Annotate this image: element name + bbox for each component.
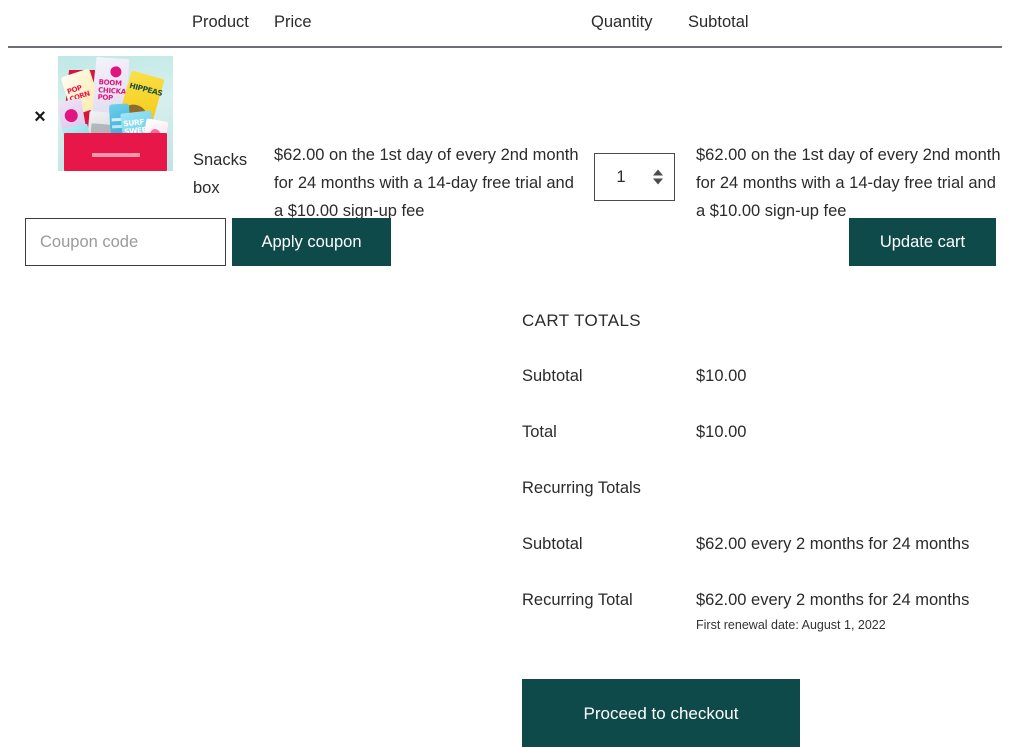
red-shipping-box-shape (64, 133, 167, 171)
cart-totals-panel: CART TOTALS Subtotal $10.00 Total $10.00… (522, 310, 1002, 634)
cart-table-header: Product Price Quantity Subtotal (8, 0, 1002, 48)
first-renewal-date-note: First renewal date: August 1, 2022 (696, 618, 886, 632)
column-header-subtotal: Subtotal (688, 13, 749, 31)
cart-totals-row-subtotal: Subtotal $10.00 (522, 364, 1002, 420)
snack-box-image: POP CORN BOOM CHICKA. POP HIPPEAS SURF S… (58, 56, 173, 171)
column-header-quantity: Quantity (591, 13, 653, 31)
cart-totals-row-recurring-heading: Recurring Totals (522, 476, 1002, 532)
recurring-totals-heading: Recurring Totals (522, 479, 641, 497)
spinner-down-arrow-icon[interactable] (653, 178, 663, 185)
apply-coupon-button[interactable]: Apply coupon (232, 218, 391, 266)
cart-totals-value: $62.00 every 2 months for 24 months (696, 535, 970, 553)
quantity-spinner-icon[interactable] (653, 169, 663, 185)
proceed-to-checkout-button[interactable]: Proceed to checkout (522, 679, 800, 747)
table-row: × POP CORN BOOM CHICKA. POP HIPPEAS SURF… (8, 48, 1002, 220)
checkout-action: Proceed to checkout (522, 679, 800, 747)
cart-table: Product Price Quantity Subtotal × POP COR… (8, 0, 1002, 220)
product-price: $62.00 on the 1st day of every 2nd month… (274, 146, 579, 220)
column-header-product: Product (192, 13, 249, 31)
cart-totals-title: CART TOTALS (522, 311, 642, 330)
product-name-link[interactable]: Snacks box (193, 151, 247, 197)
recurring-total-amount: $62.00 every 2 months for 24 months (696, 591, 970, 609)
cart-totals-row-recurring-subtotal: Subtotal $62.00 every 2 months for 24 mo… (522, 532, 1002, 588)
quantity-stepper[interactable] (594, 153, 675, 201)
cart-totals-table: Subtotal $10.00 Total $10.00 Recurring T… (522, 364, 1002, 634)
cart-totals-value: $10.00 (696, 367, 747, 385)
product-name-cell: Snacks box (193, 146, 268, 202)
coupon-code-input[interactable] (25, 218, 226, 266)
cart-totals-label: Recurring Total (522, 591, 633, 609)
cart-totals-value: $62.00 every 2 months for 24 months Firs… (696, 588, 1002, 634)
cart-totals-label: Subtotal (522, 535, 583, 553)
quantity-cell (594, 153, 675, 201)
product-thumbnail[interactable]: POP CORN BOOM CHICKA. POP HIPPEAS SURF S… (58, 56, 173, 171)
cart-totals-label: Total (522, 423, 557, 441)
update-cart-button[interactable]: Update cart (849, 218, 996, 266)
recurring-totals-heading-spacer (696, 476, 1002, 532)
product-subtotal: $62.00 on the 1st day of every 2nd month… (696, 146, 1001, 220)
cart-actions: Apply coupon Update cart (0, 218, 1024, 266)
cart-totals-label: Subtotal (522, 367, 583, 385)
cart-totals-row-total: Total $10.00 (522, 420, 1002, 476)
cart-totals-value: $10.00 (696, 423, 747, 441)
column-header-price: Price (274, 13, 312, 31)
quantity-input[interactable] (595, 167, 647, 187)
spinner-up-arrow-icon[interactable] (653, 169, 663, 176)
cart-totals-row-recurring-total: Recurring Total $62.00 every 2 months fo… (522, 588, 1002, 634)
remove-item-icon[interactable]: × (26, 103, 54, 131)
